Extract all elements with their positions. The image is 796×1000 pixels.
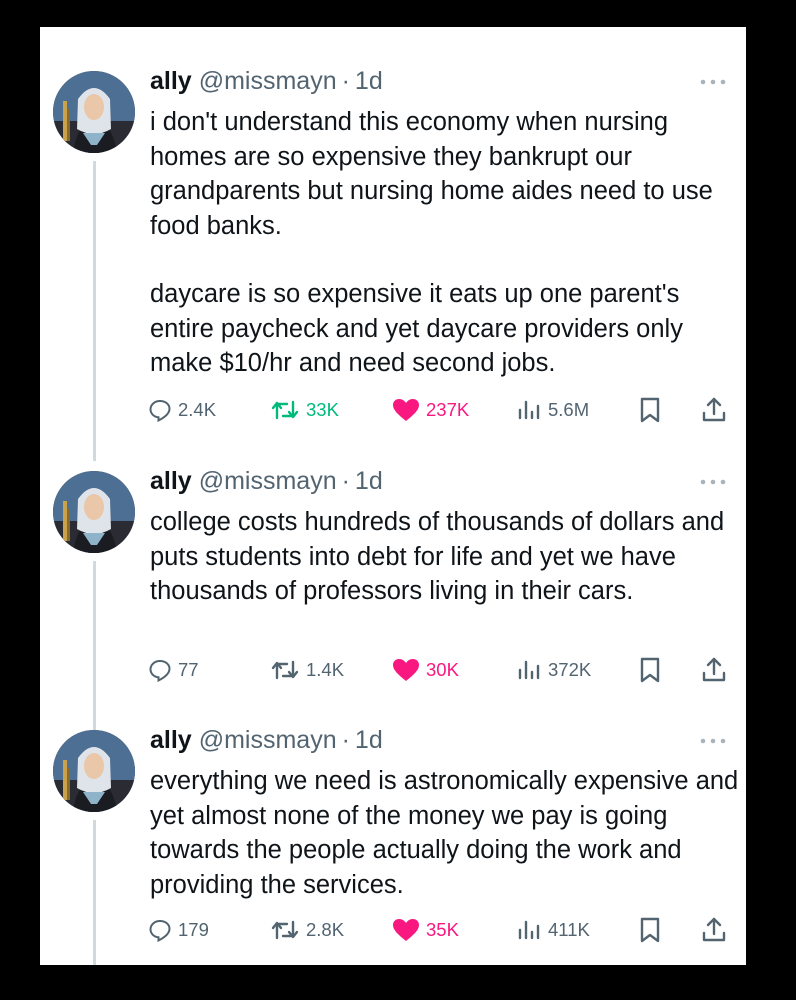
like-button[interactable]: 237K [392,394,469,426]
display-name[interactable]: ally [150,467,192,496]
view-count: 5.6M [548,399,590,420]
separator: · [341,467,350,495]
share-icon [702,657,726,682]
more-button[interactable] [693,71,733,93]
more-icon [700,79,726,85]
action-bar: 77 1.4K 30K 372K [148,654,746,686]
tweet-header: ally @missmayn · 1d [150,467,383,503]
bookmark-icon [640,657,660,683]
tweet[interactable]: ally @missmayn · 1d i don't understand t… [40,27,746,461]
more-button[interactable] [693,730,733,752]
tweet-text: college costs hundreds of thousands of d… [150,505,740,609]
tweet[interactable]: ally @missmayn · 1d college costs hundre… [40,427,746,753]
bookmark-button[interactable] [638,654,662,686]
share-button[interactable] [701,914,727,946]
share-icon [702,917,726,942]
heart-icon [393,919,419,941]
more-button[interactable] [693,471,733,493]
views-icon [518,920,540,940]
bookmark-icon [640,917,660,943]
bookmark-button[interactable] [638,394,662,426]
user-handle[interactable]: @missmayn [199,726,337,755]
repost-count: 2.8K [306,919,345,940]
thread-line [93,161,96,461]
display-name[interactable]: ally [150,726,192,755]
heart-icon [393,399,419,421]
avatar[interactable] [53,730,135,812]
tweet-paragraph: everything we need is astronomically exp… [150,767,739,899]
views-button[interactable]: 411K [516,914,590,946]
repost-button[interactable]: 2.8K [270,914,344,946]
action-bar: 179 2.8K 35K 411K [148,914,746,946]
like-count: 35K [426,919,459,940]
repost-button[interactable]: 1.4K [270,654,344,686]
avatar[interactable] [53,471,135,553]
user-handle[interactable]: @missmayn [199,67,337,96]
display-name[interactable]: ally [150,67,192,96]
reply-count: 2.4K [178,399,217,420]
more-icon [700,479,726,485]
like-button[interactable]: 30K [392,654,459,686]
reply-button[interactable]: 179 [148,914,209,946]
avatar-image [53,730,135,812]
repost-count: 33K [306,399,339,420]
reply-count: 77 [178,659,199,680]
repost-icon [271,920,299,940]
repost-icon [271,660,299,680]
repost-count: 1.4K [306,659,345,680]
reply-icon [149,919,171,942]
views-icon [518,660,540,680]
view-count: 411K [548,919,590,940]
heart-icon [393,659,419,681]
repost-button[interactable]: 33K [270,394,339,426]
timestamp[interactable]: 1d [355,726,383,755]
reply-count: 179 [178,919,209,940]
action-bar: 2.4K 33K 237K 5.6M [148,394,746,426]
thread-card: ally @missmayn · 1d i don't understand t… [40,27,746,965]
timestamp[interactable]: 1d [355,67,383,96]
tweet-header: ally @missmayn · 1d [150,726,383,762]
views-icon [518,400,540,420]
reply-icon [149,659,171,682]
separator: · [341,67,350,95]
user-handle[interactable]: @missmayn [199,467,337,496]
view-count: 372K [548,659,592,680]
reply-icon [149,399,171,422]
avatar-image [53,71,135,153]
repost-icon [271,400,299,420]
reply-button[interactable]: 2.4K [148,394,216,426]
bookmark-icon [640,397,660,423]
separator: · [341,726,350,754]
tweet-paragraph: daycare is so expensive it eats up one p… [150,280,683,377]
tweet-paragraph: college costs hundreds of thousands of d… [150,508,725,605]
timestamp[interactable]: 1d [355,467,383,496]
avatar-image [53,471,135,553]
share-button[interactable] [701,654,727,686]
share-icon [702,397,726,422]
tweet[interactable]: ally @missmayn · 1d everything we need i… [40,686,746,965]
like-count: 30K [426,659,459,680]
tweet-text: everything we need is astronomically exp… [150,764,740,902]
views-button[interactable]: 5.6M [516,394,589,426]
share-button[interactable] [701,394,727,426]
like-count: 237K [426,399,470,420]
tweet-header: ally @missmayn · 1d [150,67,383,103]
avatar[interactable] [53,71,135,153]
tweet-paragraph: i don't understand this economy when nur… [150,108,713,240]
tweet-text: i don't understand this economy when nur… [150,105,740,381]
bookmark-button[interactable] [638,914,662,946]
like-button[interactable]: 35K [392,914,459,946]
reply-button[interactable]: 77 [148,654,199,686]
views-button[interactable]: 372K [516,654,591,686]
more-icon [700,738,726,744]
thread-line [93,820,96,965]
